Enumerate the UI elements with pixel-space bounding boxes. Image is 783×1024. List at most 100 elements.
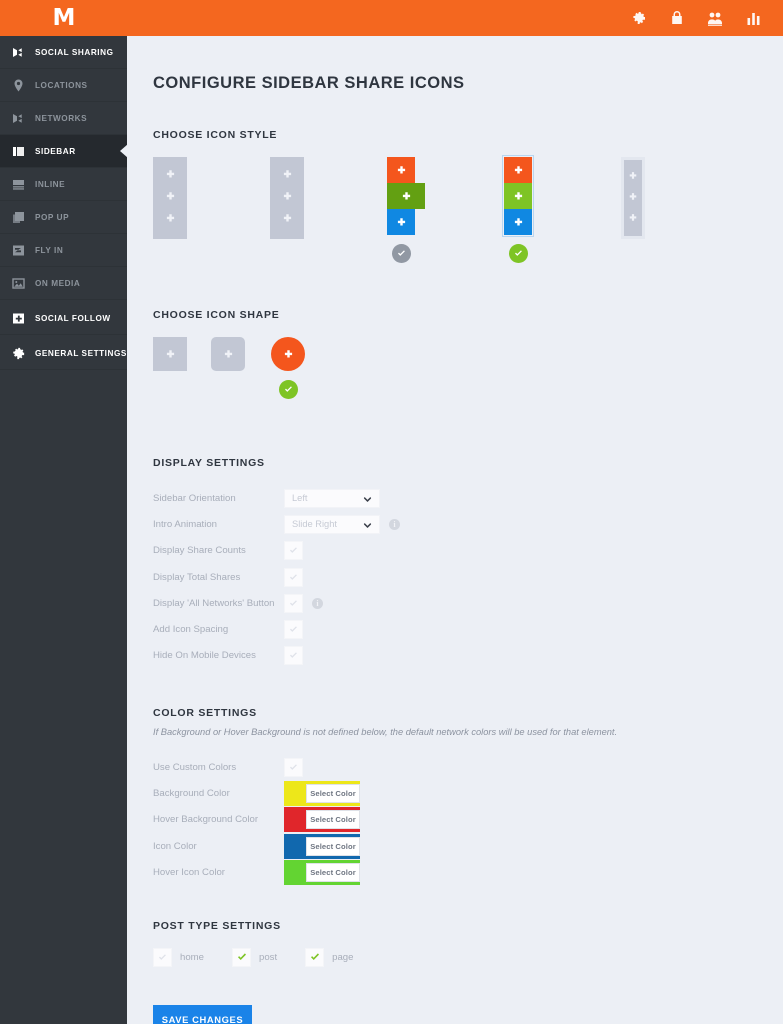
color-settings-title: COLOR SETTINGS: [153, 707, 257, 720]
shape-check-badge-selected[interactable]: [278, 380, 298, 399]
share-icon: [11, 45, 26, 60]
sidebar-orientation-select[interactable]: Left: [284, 488, 380, 508]
preview-cell: [387, 157, 415, 183]
display-share-counts-checkbox[interactable]: [284, 541, 303, 561]
info-icon[interactable]: i: [312, 597, 323, 609]
preview-cell: [504, 209, 532, 235]
setting-row-icon-color: Icon Color Select Color: [153, 833, 783, 859]
icon-style-options: [153, 155, 783, 282]
setting-row-intro-animation: Intro Animation Slide Right i: [153, 511, 783, 537]
display-all-networks-checkbox[interactable]: [284, 593, 303, 613]
setting-label: Display Share Counts: [153, 545, 246, 557]
setting-row-hover-icon-color: Hover Icon Color Select Color: [153, 859, 783, 885]
icon-shape-option-square[interactable]: [153, 337, 187, 371]
post-type-settings-title: POST TYPE SETTINGS: [153, 919, 281, 932]
icon-style-option-1[interactable]: [153, 157, 187, 239]
select-color-button[interactable]: Select Color: [306, 836, 360, 856]
background-color-picker[interactable]: Select Color: [284, 781, 360, 807]
icon-style-section-title: CHOOSE ICON STYLE: [153, 129, 278, 141]
sidebar-item-locations[interactable]: LOCATIONS: [0, 69, 127, 102]
preview-cell: [504, 183, 532, 209]
gear-icon[interactable]: [631, 10, 647, 26]
color-settings-note: If Background or Hover Background is not…: [153, 727, 618, 738]
icon-color-picker[interactable]: Select Color: [284, 833, 360, 859]
sidebar-item-networks[interactable]: NETWORKS: [0, 102, 127, 135]
chart-icon[interactable]: [745, 10, 761, 26]
sidebar-item-label: ON MEDIA: [35, 278, 81, 288]
style-preview-bordered-bar: [621, 157, 645, 239]
setting-label: Use Custom Colors: [153, 761, 237, 773]
icon-shape-section-title: CHOOSE ICON SHAPE: [153, 309, 280, 321]
info-icon[interactable]: i: [389, 518, 400, 530]
sidebar-item-social-sharing[interactable]: SOCIAL SHARING: [0, 36, 127, 69]
display-total-shares-checkbox[interactable]: [284, 567, 303, 587]
plus-icon: [628, 189, 638, 207]
users-icon[interactable]: [707, 10, 723, 26]
sidebar-item-inline[interactable]: INLINE: [0, 168, 127, 201]
sidebar-item-general-settings[interactable]: GENERAL SETTINGS: [0, 337, 127, 370]
icon-style-option-2[interactable]: [270, 157, 304, 239]
hover-icon-color-picker[interactable]: Select Color: [284, 859, 360, 885]
sidebar-item-social-follow[interactable]: SOCIAL FOLLOW: [0, 302, 127, 335]
setting-row-use-custom-colors: Use Custom Colors: [153, 754, 783, 780]
icon-style-option-4[interactable]: [502, 155, 534, 263]
setting-row-background-color: Background Color Select Color: [153, 780, 783, 807]
main-content: CONFIGURE SIDEBAR SHARE ICONS CHOOSE ICO…: [127, 36, 783, 1024]
sidebar-item-label: FLY IN: [35, 245, 64, 255]
sidebar-item-label: GENERAL SETTINGS: [35, 348, 127, 358]
setting-row-hover-background-color: Hover Background Color Select Color: [153, 807, 783, 833]
post-type-home-checkbox[interactable]: [153, 947, 172, 967]
hide-on-mobile-checkbox[interactable]: [284, 646, 303, 666]
setting-row-display-total-shares: Display Total Shares: [153, 564, 783, 590]
style-preview-stack: [387, 157, 425, 235]
sidebar-item-fly-in[interactable]: FLY IN: [0, 234, 127, 267]
app-window: M SOCIAL SHARING LOCATIONS NETWORKS SIDE…: [0, 0, 783, 1024]
sidebar-item-label: NETWORKS: [35, 113, 88, 123]
select-color-button[interactable]: Select Color: [306, 784, 360, 804]
sidebar-item-label: SIDEBAR: [35, 146, 76, 156]
post-type-post[interactable]: post: [232, 947, 277, 967]
setting-label: Background Color: [153, 788, 230, 800]
sidebar-item-on-media[interactable]: ON MEDIA: [0, 267, 127, 300]
setting-label: Hover Background Color: [153, 814, 259, 826]
shape-preview-circle-selected: [271, 337, 305, 371]
icon-shape-option-circle[interactable]: [271, 337, 305, 399]
setting-row-add-icon-spacing: Add Icon Spacing: [153, 616, 783, 642]
sidebar-item-sidebar[interactable]: SIDEBAR: [0, 135, 128, 168]
icon-shape-option-rounded[interactable]: [211, 337, 245, 371]
sidebar-icon: [11, 144, 26, 159]
plus-icon: [165, 211, 176, 229]
select-value: Slide Right: [292, 519, 337, 530]
setting-label: Intro Animation: [153, 518, 217, 530]
select-value: Left: [292, 493, 308, 504]
icon-style-option-5[interactable]: [621, 157, 645, 239]
select-color-button[interactable]: Select Color: [306, 862, 360, 882]
sidebar-item-label: POP UP: [35, 212, 70, 222]
post-type-page[interactable]: page: [305, 947, 353, 967]
save-changes-button[interactable]: SAVE CHANGES: [153, 1004, 252, 1024]
style-check-badge[interactable]: [391, 244, 411, 263]
icon-style-option-3[interactable]: [387, 157, 425, 263]
flyin-icon: [11, 243, 26, 258]
setting-label: Display 'All Networks' Button: [153, 597, 275, 609]
share-icon: [11, 111, 26, 126]
use-custom-colors-checkbox[interactable]: [284, 757, 303, 777]
style-preview-stack-selected: [502, 155, 534, 237]
setting-row-display-share-counts: Display Share Counts: [153, 538, 783, 564]
hover-background-color-picker[interactable]: Select Color: [284, 807, 360, 833]
style-check-badge-selected[interactable]: [508, 244, 528, 263]
page-title: CONFIGURE SIDEBAR SHARE ICONS: [153, 74, 465, 92]
setting-label: Hide On Mobile Devices: [153, 650, 256, 662]
sidebar-item-label: SOCIAL SHARING: [35, 47, 114, 57]
select-color-button[interactable]: Select Color: [306, 810, 360, 830]
brand-logo[interactable]: M: [0, 0, 127, 36]
lock-icon[interactable]: [669, 10, 685, 26]
post-type-post-checkbox[interactable]: [232, 947, 251, 967]
sidebar-item-pop-up[interactable]: POP UP: [0, 201, 127, 234]
post-type-home[interactable]: home: [153, 947, 204, 967]
add-icon-spacing-checkbox[interactable]: [284, 620, 303, 640]
plus-icon: [165, 189, 176, 207]
plus-icon: [282, 189, 293, 207]
intro-animation-select[interactable]: Slide Right: [284, 514, 380, 534]
post-type-page-checkbox[interactable]: [305, 947, 325, 967]
